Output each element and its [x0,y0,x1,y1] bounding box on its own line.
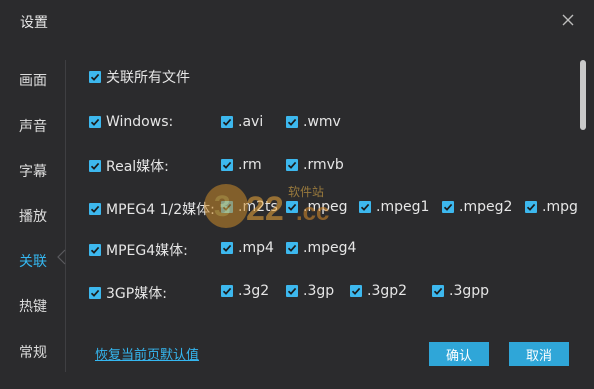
checked-icon [350,285,362,297]
group-label: Windows: [106,114,174,130]
nav-item-display[interactable]: 画面 [19,70,47,90]
dialog-title: 设置 [20,15,48,31]
checked-icon [221,116,233,128]
ext-label: .mpg [542,199,578,215]
checked-icon [221,159,233,171]
settings-nav: 画面 声音 字幕 播放 关联 热键 常规 [0,44,66,389]
ext-label: .avi [238,114,264,130]
ext-label: .rm [238,157,262,173]
group-label: 3GP媒体: [106,286,167,302]
ext-checkbox-avi[interactable]: .avi [221,114,263,130]
checked-icon [89,203,101,215]
active-nav-indicator-icon [56,249,66,265]
checked-icon [89,116,101,128]
ext-label: .3gp [303,283,335,299]
ext-label: .rmvb [303,157,344,173]
nav-item-audio[interactable]: 声音 [19,116,47,136]
checked-icon [89,244,101,256]
ext-label: .3gpp [449,283,490,299]
group-label: Real媒体: [106,159,169,175]
checked-icon [432,285,444,297]
ext-checkbox-wmv[interactable]: .wmv [286,114,341,130]
ext-label: .3gp2 [367,283,408,299]
checked-icon [221,285,233,297]
cancel-button[interactable]: 取消 [509,342,569,366]
checked-icon [286,285,298,297]
associate-all-label: 关联所有文件 [106,70,190,86]
settings-dialog: 设置 画面 声音 字幕 播放 关联 热键 常规 关联所有文件 Windows: … [0,0,594,389]
svg-text:软件站: 软件站 [288,185,324,199]
group-mpeg4-checkbox[interactable]: MPEG4媒体: [89,240,188,260]
group-real-checkbox[interactable]: Real媒体: [89,156,169,176]
ext-checkbox-3g2[interactable]: .3g2 [221,283,269,299]
ext-checkbox-mp4[interactable]: .mp4 [221,240,274,256]
checked-icon [286,116,298,128]
checked-icon [442,201,454,213]
ext-label: .wmv [303,114,341,130]
associate-all-checkbox[interactable]: 关联所有文件 [89,67,190,87]
nav-item-association[interactable]: 关联 [19,251,47,271]
title-bar: 设置 [0,0,594,44]
group-label: MPEG4 1/2媒体: [106,202,215,218]
group-windows-checkbox[interactable]: Windows: [89,114,173,130]
ext-checkbox-mpeg4[interactable]: .mpeg4 [286,240,356,256]
svg-text:22: 22 [246,190,284,228]
nav-item-hotkeys[interactable]: 热键 [19,296,47,316]
checked-icon [89,71,101,83]
checked-icon [221,242,233,254]
checked-icon [286,159,298,171]
ext-checkbox-3gpp[interactable]: .3gpp [432,283,489,299]
ext-checkbox-3gp2[interactable]: .3gp2 [350,283,407,299]
nav-item-general[interactable]: 常规 [19,342,47,362]
nav-item-subtitles[interactable]: 字幕 [19,161,47,181]
scrollbar-thumb[interactable] [580,60,586,130]
ext-label: .mpeg4 [303,240,357,256]
ext-label: .mpeg1 [376,199,430,215]
nav-item-playback[interactable]: 播放 [19,206,47,226]
group-mpeg4-12-checkbox[interactable]: MPEG4 1/2媒体: [89,199,215,219]
confirm-button[interactable]: 确认 [429,342,489,366]
group-label: MPEG4媒体: [106,243,188,259]
ext-label: .3g2 [238,283,270,299]
restore-defaults-link[interactable]: 恢复当前页默认值 [95,344,199,363]
vertical-scrollbar[interactable] [580,60,586,360]
ext-label: .mpeg2 [459,199,513,215]
checked-icon [286,242,298,254]
checked-icon [89,160,101,172]
ext-checkbox-rm[interactable]: .rm [221,157,262,173]
nav-divider [65,60,66,372]
ext-checkbox-mpeg2[interactable]: .mpeg2 [442,199,512,215]
checked-icon [525,201,537,213]
ext-label: .mp4 [238,240,274,256]
ext-checkbox-mpg[interactable]: .mpg [525,199,578,215]
ext-checkbox-3gp[interactable]: .3gp [286,283,334,299]
watermark-logo: 3 22 软件站 .cc [200,176,370,236]
svg-text:3: 3 [214,190,231,223]
checked-icon [89,287,101,299]
group-3gp-checkbox[interactable]: 3GP媒体: [89,283,167,303]
ext-checkbox-rmvb[interactable]: .rmvb [286,157,344,173]
close-icon[interactable] [558,10,578,30]
svg-text:.cc: .cc [296,199,329,226]
